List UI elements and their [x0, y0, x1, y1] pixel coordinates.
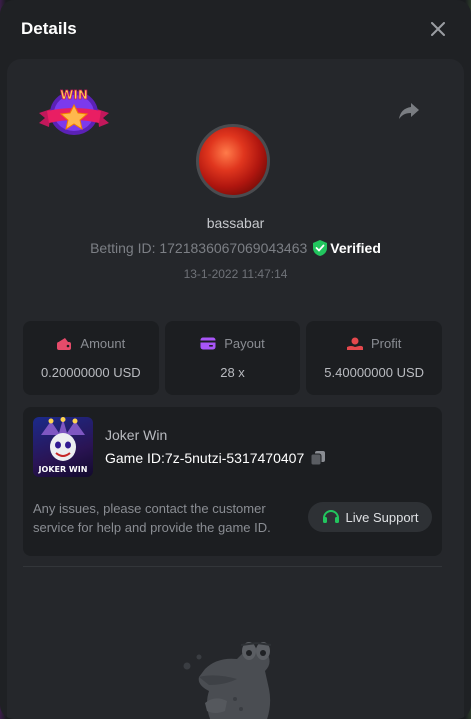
stat-profit-label: Profit [371, 336, 402, 351]
game-thumbnail[interactable]: JOKER WIN [33, 417, 93, 477]
stat-profit-value: 5.40000000 USD [324, 365, 425, 380]
copy-icon[interactable] [310, 450, 326, 466]
stat-amount-value: 0.20000000 USD [40, 365, 141, 380]
game-id-text: Game ID:7z-5nutzi-5317470407 [105, 450, 304, 466]
live-support-label: Live Support [345, 509, 419, 525]
game-id-row: Game ID:7z-5nutzi-5317470407 [105, 450, 326, 466]
modal-header: Details [0, 0, 471, 58]
betting-id: Betting ID: 1721836067069043463 [90, 240, 308, 256]
game-id-value: 7z-5nutzi-5317470407 [164, 450, 305, 466]
modal-title: Details [21, 19, 77, 38]
crocodile-mascot-icon [183, 642, 272, 719]
game-name: Joker Win [105, 427, 168, 443]
betting-id-row: Betting ID: 1721836067069043463 Verified [7, 240, 464, 256]
support-message: Any issues, please contact the customer … [33, 501, 271, 535]
game-card: JOKER WIN Joker Win Game ID:7z-5nutzi-53… [23, 407, 442, 556]
stat-amount: Amount 0.20000000 USD [23, 321, 159, 395]
stat-payout: Payout 28 x [164, 321, 301, 395]
wallet-icon [57, 337, 72, 350]
details-modal: Details WIN bassabar Betting ID: 1721836… [0, 0, 471, 719]
shield-check-icon [313, 240, 328, 256]
share-icon[interactable] [397, 98, 421, 122]
win-badge-icon: WIN [39, 88, 109, 135]
username: bassabar [206, 215, 265, 231]
headset-icon [322, 510, 339, 523]
game-id-label: Game ID: [105, 450, 165, 466]
joker-thumbnail-art: JOKER WIN [38, 417, 88, 474]
stat-payout-label: Payout [224, 336, 265, 351]
avatar [196, 124, 270, 198]
live-support-button[interactable]: Live Support [308, 502, 432, 532]
details-content: WIN bassabar Betting ID: 172183606706904… [7, 59, 464, 719]
win-badge-text: WIN [60, 88, 88, 102]
stat-payout-value: 28 x [220, 365, 245, 380]
stat-amount-label: Amount [80, 336, 126, 351]
stat-profit: Profit 5.40000000 USD [306, 321, 443, 395]
stats-row: Amount 0.20000000 USD Payout 28 x Profit… [23, 321, 443, 395]
hand-coin-icon [347, 337, 363, 350]
game-thumbnail-text: JOKER WIN [38, 465, 88, 474]
bet-timestamp: 13-1-2022 11:47:14 [183, 267, 288, 281]
verified-badge: Verified [313, 240, 381, 256]
card-icon [200, 337, 216, 350]
verified-label: Verified [330, 240, 381, 256]
close-button[interactable] [427, 18, 449, 40]
divider [23, 566, 442, 567]
close-icon [431, 22, 445, 36]
